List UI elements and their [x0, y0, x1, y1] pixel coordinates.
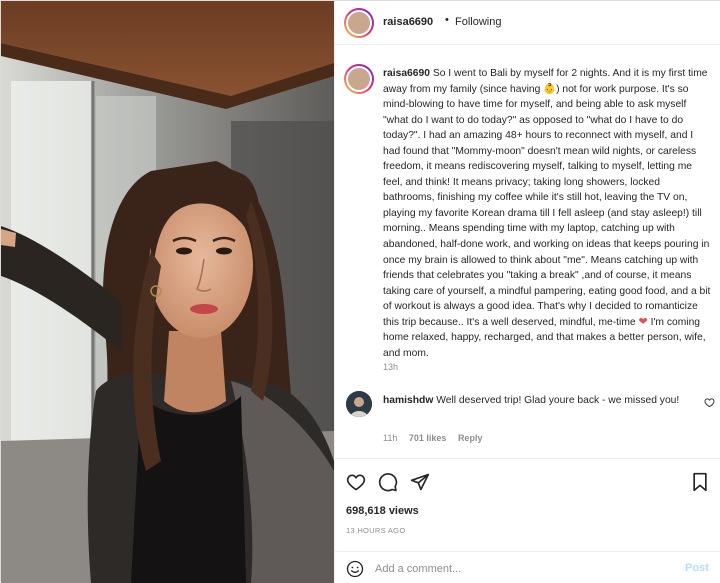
- comment-text: Well deserved trip! Glad youre back - we…: [436, 395, 680, 406]
- post-window: raisa6690 • Following raisa6690 So I wen…: [0, 0, 720, 583]
- red-heart-emoji: ❤: [638, 315, 648, 328]
- save-bookmark-icon[interactable]: [690, 472, 710, 492]
- commenter-avatar-image: [346, 391, 372, 417]
- comment-like-heart-icon[interactable]: [704, 397, 715, 408]
- caption-author-avatar[interactable]: [344, 64, 374, 94]
- post-header: raisa6690 • Following: [335, 1, 720, 45]
- baby-emoji: 👶: [543, 83, 557, 95]
- comment-timestamp[interactable]: 11h: [383, 433, 397, 443]
- commenter-username-link[interactable]: hamishdw: [383, 395, 433, 406]
- comment-likes-link[interactable]: 701 likes: [409, 433, 447, 443]
- comment-reply-button[interactable]: Reply: [458, 433, 483, 443]
- emoji-smiley-icon[interactable]: [346, 560, 364, 578]
- caption-timestamp[interactable]: 13h: [383, 362, 398, 372]
- caption-text-2: ) not for work purpose. It's so mind-blo…: [383, 83, 711, 328]
- post-caption: raisa6690 So I went to Bali by myself fo…: [383, 66, 713, 361]
- add-comment-bar: Post: [335, 551, 720, 583]
- post-actions-section: 698,618 views 13 HOURS AGO: [335, 458, 720, 558]
- following-button[interactable]: Following: [455, 16, 501, 28]
- post-details-panel: raisa6690 • Following raisa6690 So I wen…: [334, 1, 720, 583]
- author-avatar[interactable]: [344, 8, 374, 38]
- like-heart-icon[interactable]: [346, 472, 366, 492]
- author-username-link[interactable]: raisa6690: [383, 16, 433, 28]
- share-paper-plane-icon[interactable]: [410, 472, 430, 492]
- commenter-avatar[interactable]: [346, 391, 372, 417]
- view-count[interactable]: 698,618 views: [346, 505, 419, 517]
- post-date: 13 HOURS AGO: [346, 526, 406, 535]
- post-comment-button[interactable]: Post: [685, 562, 709, 574]
- post-video[interactable]: [1, 1, 334, 583]
- avatar-photo: [346, 66, 372, 92]
- add-comment-input[interactable]: [375, 560, 665, 578]
- comment-item: hamishdw Well deserved trip! Glad youre …: [383, 393, 703, 409]
- video-frame-illustration: [1, 1, 334, 583]
- avatar-photo: [346, 10, 372, 36]
- separator-dot: •: [445, 14, 449, 26]
- comment-meta: 11h 701 likes Reply: [383, 433, 491, 443]
- caption-username-link[interactable]: raisa6690: [383, 68, 430, 79]
- comment-bubble-icon[interactable]: [378, 472, 398, 492]
